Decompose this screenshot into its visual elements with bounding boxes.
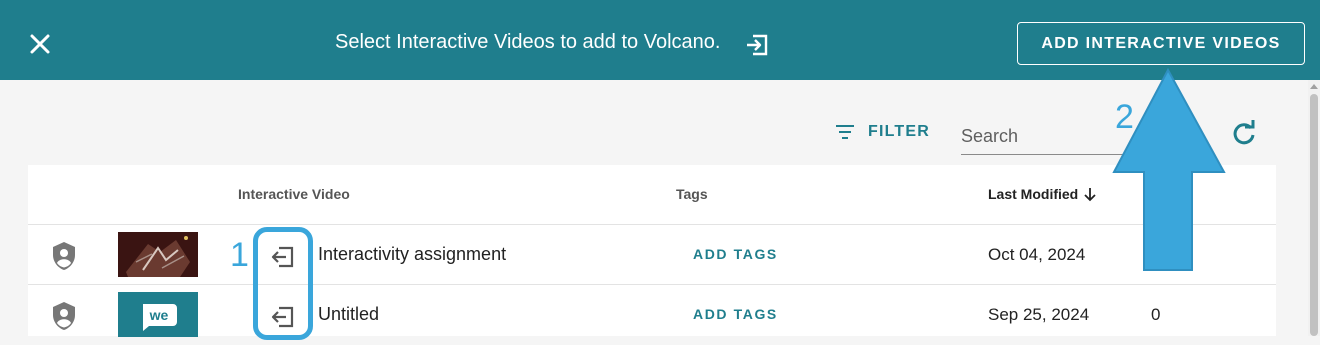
row-count: 0 bbox=[1151, 305, 1161, 324]
arrow-down-icon bbox=[1084, 188, 1096, 202]
scrollbar-thumb[interactable] bbox=[1310, 94, 1318, 336]
callout-highlight-box bbox=[253, 227, 313, 340]
we-logo-text: we bbox=[149, 307, 169, 323]
header-interactive-video[interactable]: Interactive Video bbox=[238, 186, 350, 202]
filter-label: FILTER bbox=[868, 123, 931, 140]
close-icon[interactable] bbox=[26, 30, 54, 58]
callout-number-2: 2 bbox=[1115, 98, 1134, 136]
add-interactive-videos-button[interactable]: ADD INTERACTIVE VIDEOS bbox=[1017, 22, 1305, 65]
import-icon bbox=[747, 34, 768, 56]
videos-table: Interactive Video Tags Last Modified Int… bbox=[28, 165, 1276, 337]
video-thumbnail[interactable] bbox=[118, 232, 198, 277]
refresh-icon[interactable] bbox=[1230, 120, 1258, 148]
last-modified-date: Oct 04, 2024 bbox=[988, 245, 1086, 264]
scroll-up-icon[interactable] bbox=[1310, 84, 1318, 89]
scrollbar[interactable] bbox=[1308, 80, 1320, 336]
video-title[interactable]: Untitled bbox=[318, 304, 379, 325]
filter-button[interactable]: FILTER bbox=[836, 123, 930, 141]
table-row[interactable]: Interactivity assignment ADD TAGS Oct 04… bbox=[28, 224, 1276, 285]
video-title[interactable]: Interactivity assignment bbox=[318, 244, 506, 265]
header-tags: Tags bbox=[676, 186, 708, 202]
add-tags-button[interactable]: ADD TAGS bbox=[693, 306, 778, 322]
callout-number-1: 1 bbox=[230, 236, 249, 274]
shield-icon bbox=[53, 242, 75, 270]
video-thumbnail[interactable]: we bbox=[118, 292, 198, 337]
header-last-modified[interactable]: Last Modified bbox=[988, 186, 1098, 202]
add-tags-button[interactable]: ADD TAGS bbox=[693, 246, 778, 262]
shield-icon bbox=[53, 302, 75, 330]
header-last-modified-label: Last Modified bbox=[988, 186, 1079, 202]
last-modified-date: Sep 25, 2024 bbox=[988, 305, 1090, 324]
dialog-title: Select Interactive Videos to add to Volc… bbox=[335, 31, 721, 53]
filter-icon bbox=[836, 125, 854, 139]
